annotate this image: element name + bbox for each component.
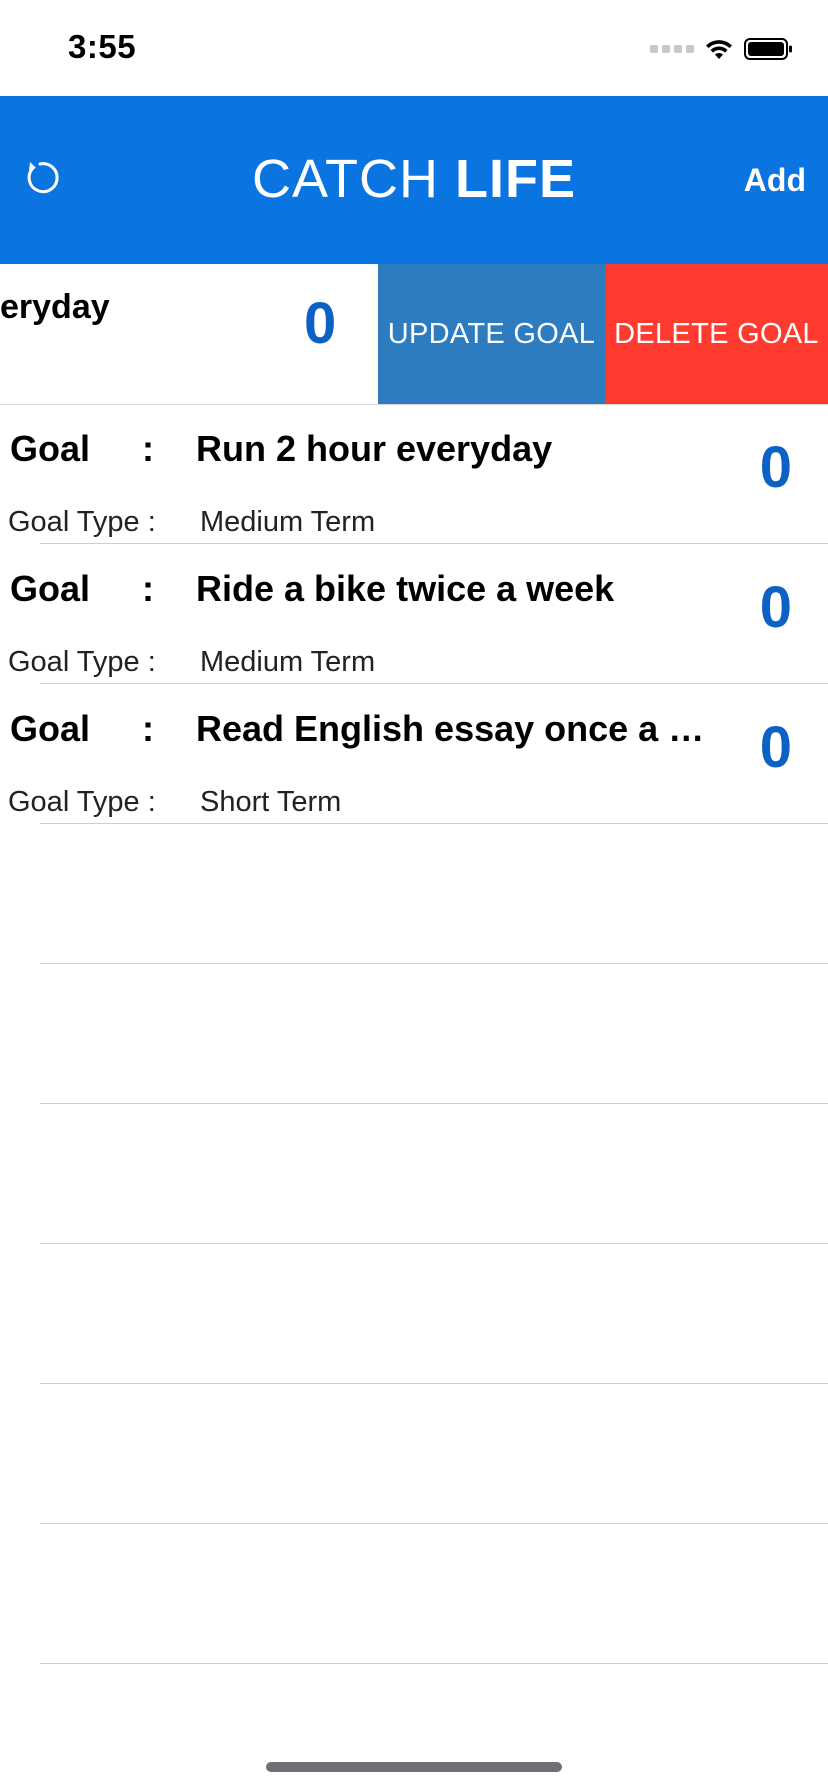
goal-row[interactable]: Goal : Run 2 hour everyday 0 Goal Type :…: [0, 404, 828, 544]
empty-row: [0, 964, 828, 1104]
goal-type-label: Goal Type :: [8, 506, 156, 538]
app-title: CATCH LIFE: [0, 146, 828, 212]
goal-name: Run 2 hour everyday: [196, 428, 553, 469]
status-bar: 3:55: [0, 0, 828, 96]
goal-type-label: Goal Type :: [8, 786, 156, 818]
wifi-icon: [706, 40, 732, 59]
goal-colon: :: [142, 568, 154, 609]
goal-row[interactable]: Goal : Ride a bike twice a week 0 Goal T…: [0, 544, 828, 684]
goal-type-value: Short Term: [200, 786, 342, 818]
goal-name: Read English essay once a w…: [196, 708, 716, 749]
goal-colon: :: [142, 708, 154, 749]
goal-type-label: Goal Type :: [8, 646, 156, 678]
empty-row: [0, 1104, 828, 1244]
swiped-row-content[interactable]: eryday 0: [0, 264, 378, 404]
goal-row[interactable]: Goal : Read English essay once a w… 0 Go…: [0, 684, 828, 824]
swiped-goal-count: 0: [304, 291, 337, 356]
navigation-bar: CATCH LIFE Add: [0, 96, 828, 264]
goal-label: Goal: [10, 568, 91, 609]
goal-colon: :: [142, 428, 154, 469]
goal-count: 0: [759, 715, 792, 780]
goal-count: 0: [759, 575, 792, 640]
goal-name: Ride a bike twice a week: [196, 568, 615, 609]
goal-type-value: Medium Term: [200, 646, 376, 678]
status-icons: [650, 34, 794, 64]
empty-row: [0, 824, 828, 964]
empty-row: [0, 1524, 828, 1664]
swiped-goal-name: eryday: [0, 288, 110, 326]
empty-row: [0, 1244, 828, 1384]
delete-goal-button[interactable]: DELETE GOAL: [605, 264, 828, 404]
goal-type-value: Medium Term: [200, 506, 376, 538]
goal-label: Goal: [10, 708, 91, 749]
cellular-signal-icon: [650, 45, 694, 53]
status-time: 3:55: [68, 28, 137, 65]
update-goal-button[interactable]: UPDATE GOAL: [378, 264, 605, 404]
home-indicator[interactable]: [266, 1762, 562, 1772]
empty-row: [0, 1384, 828, 1524]
app-title-bold: LIFE: [455, 149, 576, 209]
goal-label: Goal: [10, 428, 91, 469]
app-title-light: CATCH: [251, 149, 439, 209]
goal-count: 0: [759, 435, 792, 500]
add-button[interactable]: Add: [744, 162, 806, 199]
swiped-goal-row[interactable]: eryday 0 UPDATE GOAL DELETE GOAL: [0, 264, 828, 405]
battery-icon: [744, 38, 792, 60]
